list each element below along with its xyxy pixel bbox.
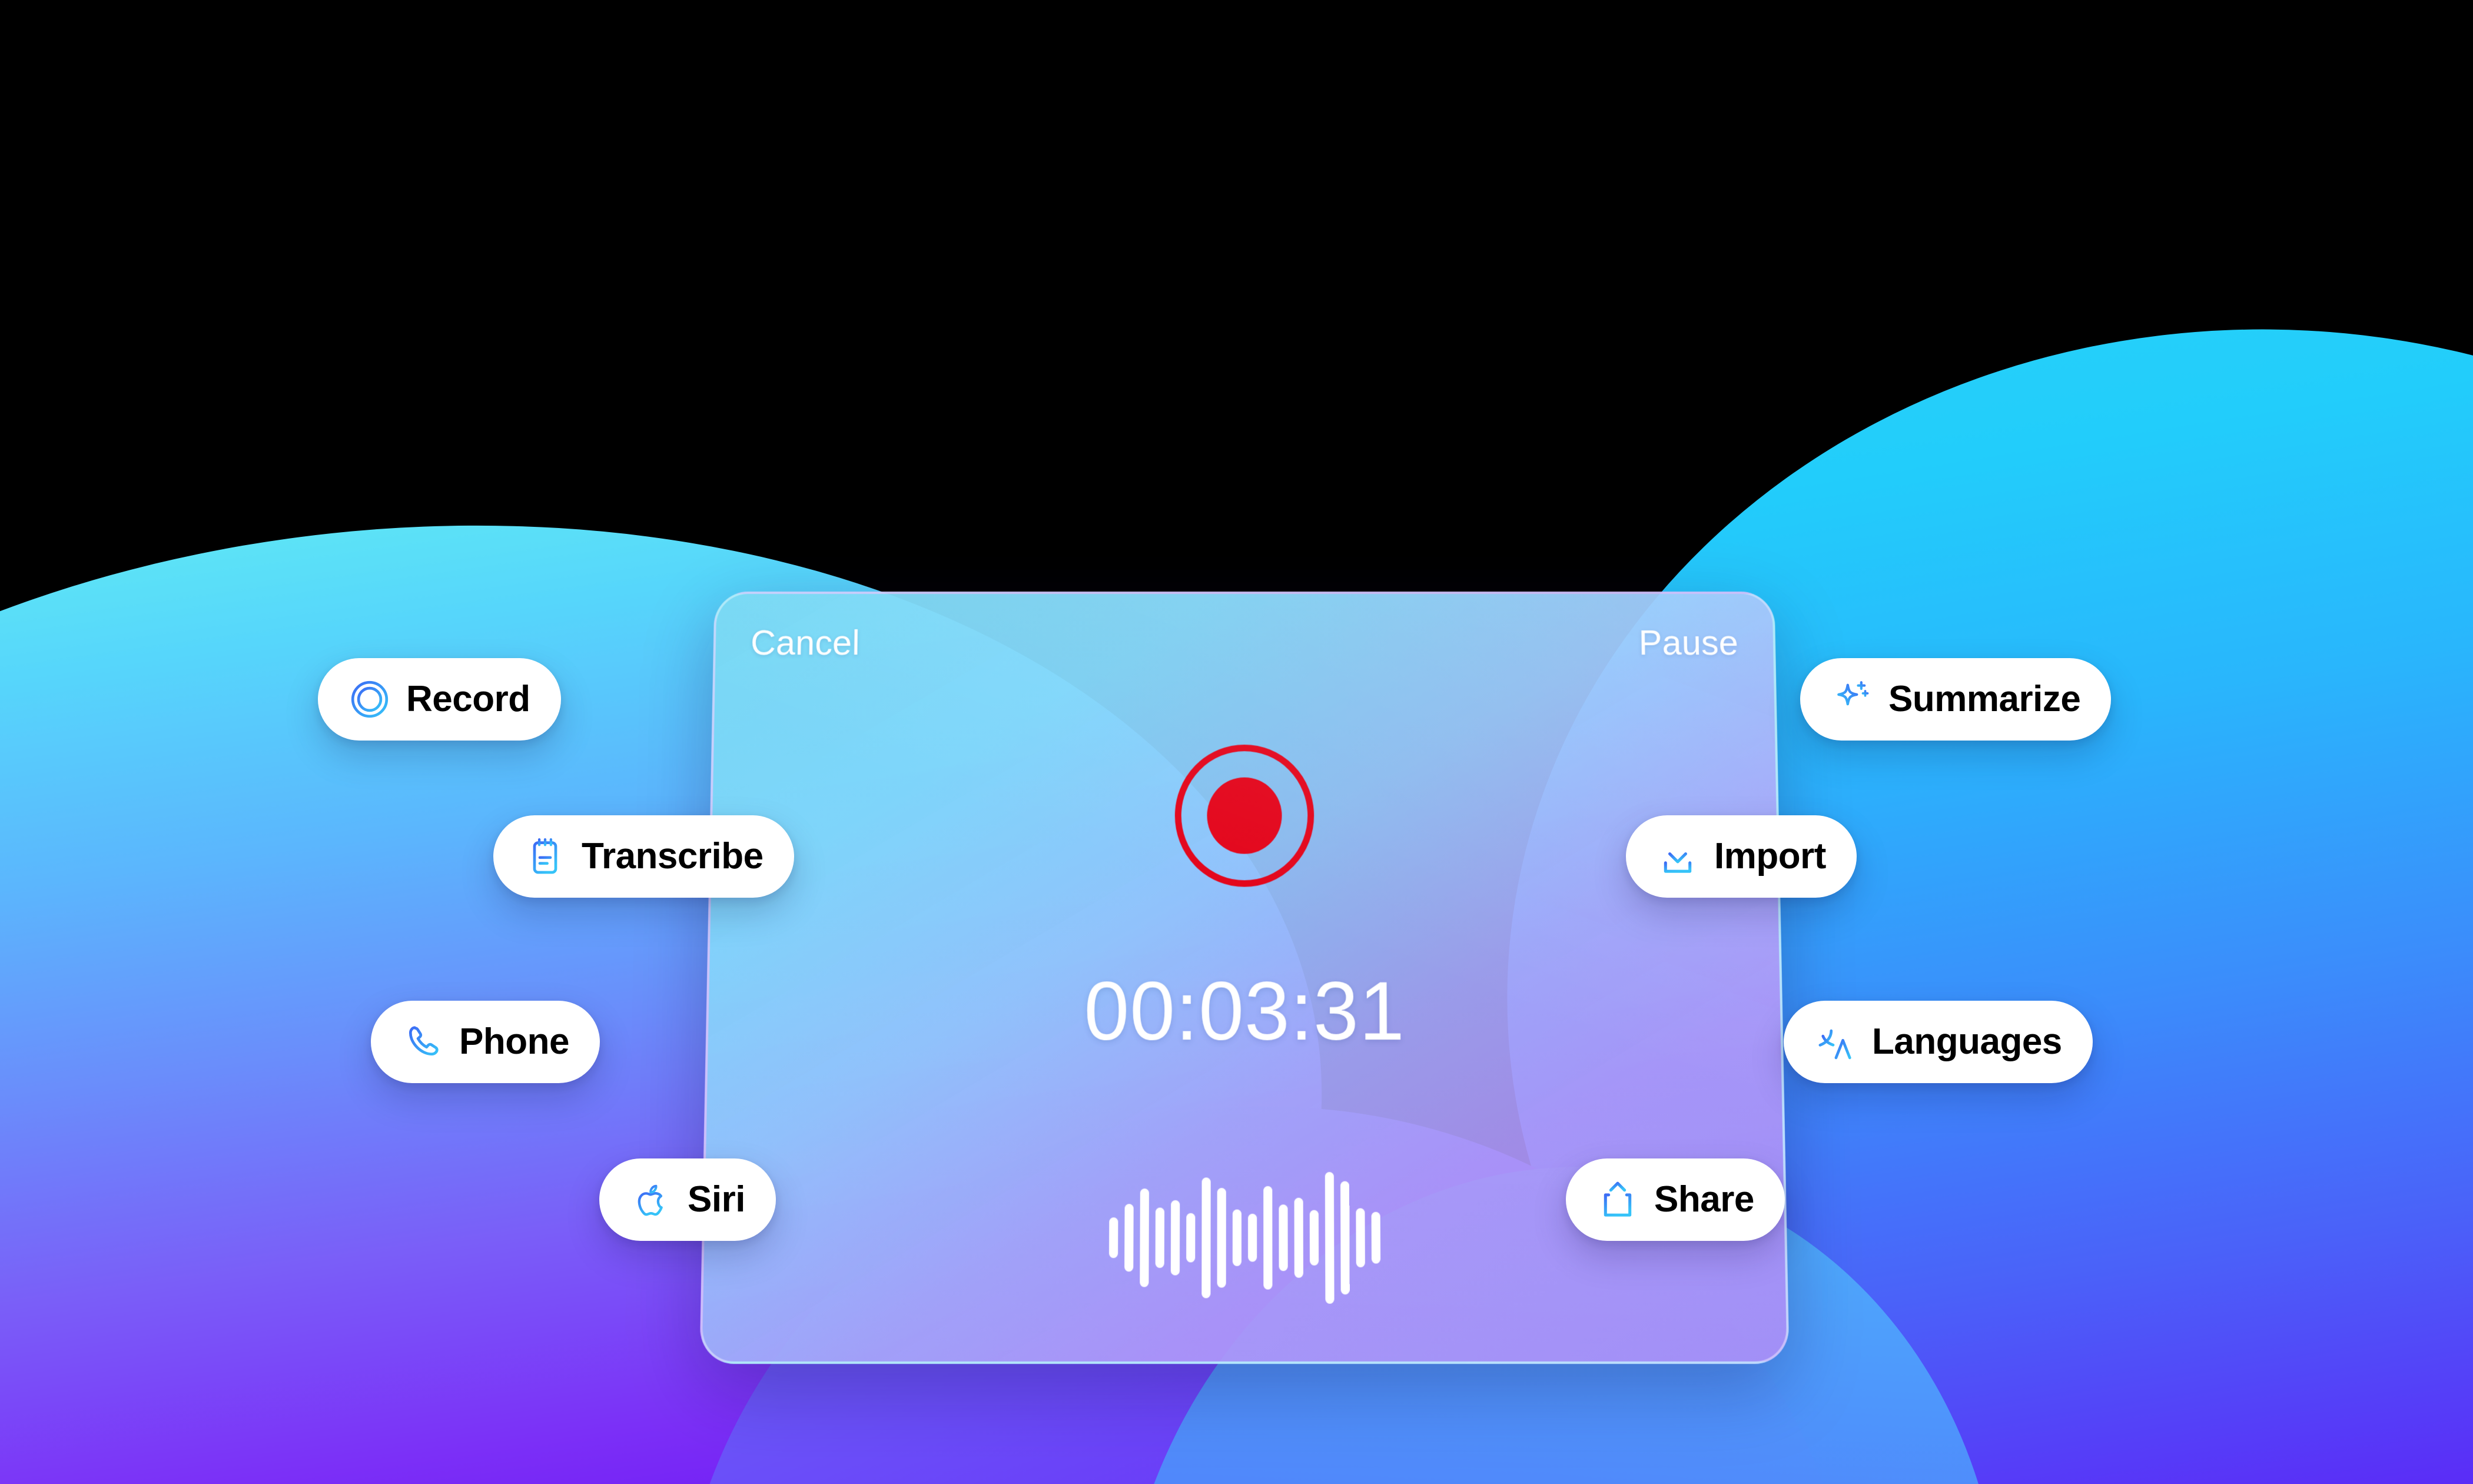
record-button-dot [1207,777,1282,854]
recorder-card-toolbar: Cancel Pause [715,622,1773,663]
pill-import[interactable]: Import [1626,815,1857,898]
recorder-card: Cancel Pause 00:03:31 [699,592,1790,1365]
pill-siri-label: Siri [688,1179,745,1220]
waveform-bar [1108,1217,1118,1259]
waveform-bar [1278,1204,1288,1271]
pill-languages-label: Languages [1872,1021,2062,1062]
waveform-bar [1325,1171,1335,1304]
share-up-icon [1596,1178,1639,1221]
waveform-bar [1309,1210,1319,1266]
waveform-bar [1294,1197,1303,1278]
pill-share-label: Share [1654,1179,1754,1220]
pill-import-label: Import [1714,836,1826,877]
pill-transcribe-label: Transcribe [582,836,764,877]
pill-record-label: Record [406,679,530,719]
apple-icon [630,1178,672,1221]
recording-timer: 00:03:31 [1083,964,1406,1058]
notepad-icon [524,835,566,878]
pause-button[interactable]: Pause [1638,622,1738,663]
waveform-bar [1201,1177,1211,1299]
waveform-bar [1186,1213,1195,1263]
waveform-bar [1155,1207,1164,1268]
waveform-bar [1371,1211,1380,1264]
waveform-bar [1124,1204,1134,1272]
pill-record[interactable]: Record [318,658,561,741]
pill-transcribe[interactable]: Transcribe [493,815,794,898]
pill-share[interactable]: Share [1566,1158,1785,1241]
cancel-button[interactable]: Cancel [751,622,861,663]
waveform-bar [1139,1188,1149,1287]
download-icon [1657,835,1699,878]
waveform-bar [1217,1188,1226,1288]
phone-icon [401,1021,444,1063]
pill-phone-label: Phone [459,1021,569,1062]
pill-summarize[interactable]: Summarize [1800,658,2112,741]
waveform-bar [1340,1181,1350,1295]
translate-icon [1814,1021,1857,1063]
pill-summarize-label: Summarize [1888,679,2081,719]
waveform-bar [1170,1200,1180,1276]
waveform-bar [1355,1208,1365,1267]
sparkle-icon [1831,678,1873,721]
waveform-bar [1232,1209,1242,1266]
waveform-bar [1263,1186,1272,1290]
pill-phone[interactable]: Phone [371,1001,600,1083]
record-circle-icon [348,678,391,721]
pill-siri[interactable]: Siri [599,1158,776,1241]
record-button[interactable] [1174,745,1314,887]
canvas-stage: Cancel Pause 00:03:31 Record Transcribe … [0,0,2473,1484]
waveform-bar [1247,1213,1257,1262]
pill-languages[interactable]: Languages [1784,1001,2093,1083]
